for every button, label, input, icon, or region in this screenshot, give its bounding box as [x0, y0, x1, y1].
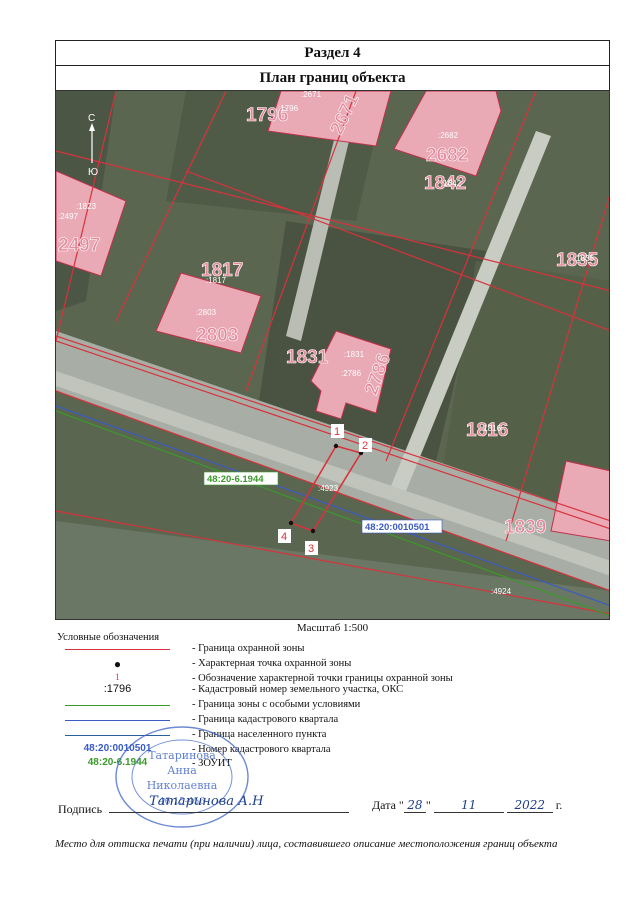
- cadastral-number: :1835: [574, 254, 595, 263]
- point-1-label: 1: [334, 426, 340, 438]
- date-year: 2022: [506, 798, 553, 813]
- point-4-marker: [288, 520, 294, 526]
- zone-label: 48:20-6.1944: [207, 474, 264, 485]
- boundary-map: 1 2 3 4 1796 2671 2682 1842 2497 1817 28…: [55, 90, 610, 620]
- signature-line: Татаринова А.Н: [109, 794, 350, 813]
- plan-title: План границ объекта: [55, 65, 610, 91]
- parcel-number: 2497: [58, 235, 100, 256]
- legend-item-protection-zone: - Граница охранной зоны: [55, 642, 610, 656]
- cadastral-number: :2786: [341, 369, 362, 378]
- cadastral-number: :1796: [278, 104, 299, 113]
- point-1-marker: [333, 443, 339, 449]
- plan-title-text: План границ объекта: [259, 70, 406, 86]
- parcel-number: 1831: [286, 347, 329, 368]
- date-day: 28: [403, 798, 426, 813]
- date-year-suffix: г.: [555, 798, 563, 812]
- point-2-label: 2: [362, 440, 368, 452]
- cadastral-number: :4923: [318, 484, 339, 493]
- cadastral-number: :2803: [196, 308, 217, 317]
- cadastral-number: :1817: [206, 276, 227, 285]
- date-block: Дата " 28 " 11 2022 г.: [372, 798, 563, 813]
- legend-item-special-zone: - Граница зоны с особыми условиями: [55, 698, 610, 712]
- signature-block: Подпись Татаринова А.Н: [58, 794, 350, 817]
- parcel-number: 1839: [504, 517, 546, 538]
- cadastral-number: :1831: [344, 350, 365, 359]
- cadastral-number: :4924: [491, 587, 512, 596]
- date-month: 11: [433, 798, 504, 813]
- point-3-label: 3: [308, 543, 314, 555]
- stamp-place-caption: Место для оттиска печати (при наличии) л…: [55, 838, 558, 850]
- point-3-marker: [310, 528, 316, 534]
- stamp-line: Николаевна: [147, 779, 218, 792]
- cadastral-number: :2682: [438, 131, 459, 140]
- legend-text: - Граница зоны с особыми условиями: [192, 699, 361, 710]
- quarter-label: 48:20:0010501: [365, 522, 430, 533]
- legend-symbol: ●: [113, 657, 122, 671]
- compass-south: Ю: [88, 167, 98, 178]
- legend-symbol: [55, 642, 180, 656]
- parcel-number: 2682: [426, 145, 468, 166]
- signature-label: Подпись: [58, 802, 103, 816]
- point-4-label: 4: [281, 531, 287, 543]
- map-svg: 1 2 3 4 1796 2671 2682 1842 2497 1817 28…: [56, 91, 609, 619]
- section-title-text: Раздел 4: [304, 45, 361, 61]
- legend-symbol: :1796: [103, 683, 132, 695]
- cadastral-number: :2671: [301, 91, 322, 99]
- stamp-line: Татаринова: [148, 749, 216, 762]
- date-label: Дата: [372, 798, 396, 812]
- legend-text: - Характерная точка охранной зоны: [192, 658, 352, 669]
- legend-symbol: [55, 698, 180, 712]
- stamp-line: Анна: [167, 764, 197, 777]
- legend-text: - Кадастровый номер земельного участка, …: [192, 684, 404, 695]
- cadastral-number: :1823: [76, 202, 97, 211]
- legend-item-point: ● - Характерная точка охранной зоны: [55, 657, 610, 671]
- cadastral-number: :2497: [58, 212, 79, 221]
- legend-text: - Граница охранной зоны: [192, 643, 305, 654]
- cadastral-number: :1842: [441, 179, 462, 188]
- legend-item-cadastral-number: :1796 - Кадастровый номер земельного уча…: [55, 683, 610, 697]
- section-title: Раздел 4: [55, 40, 610, 66]
- cadastral-number: :1816: [481, 424, 502, 433]
- compass-north: С: [88, 113, 95, 124]
- signature-handwriting: Татаринова А.Н: [149, 794, 264, 809]
- parcel-number: 2803: [196, 325, 238, 346]
